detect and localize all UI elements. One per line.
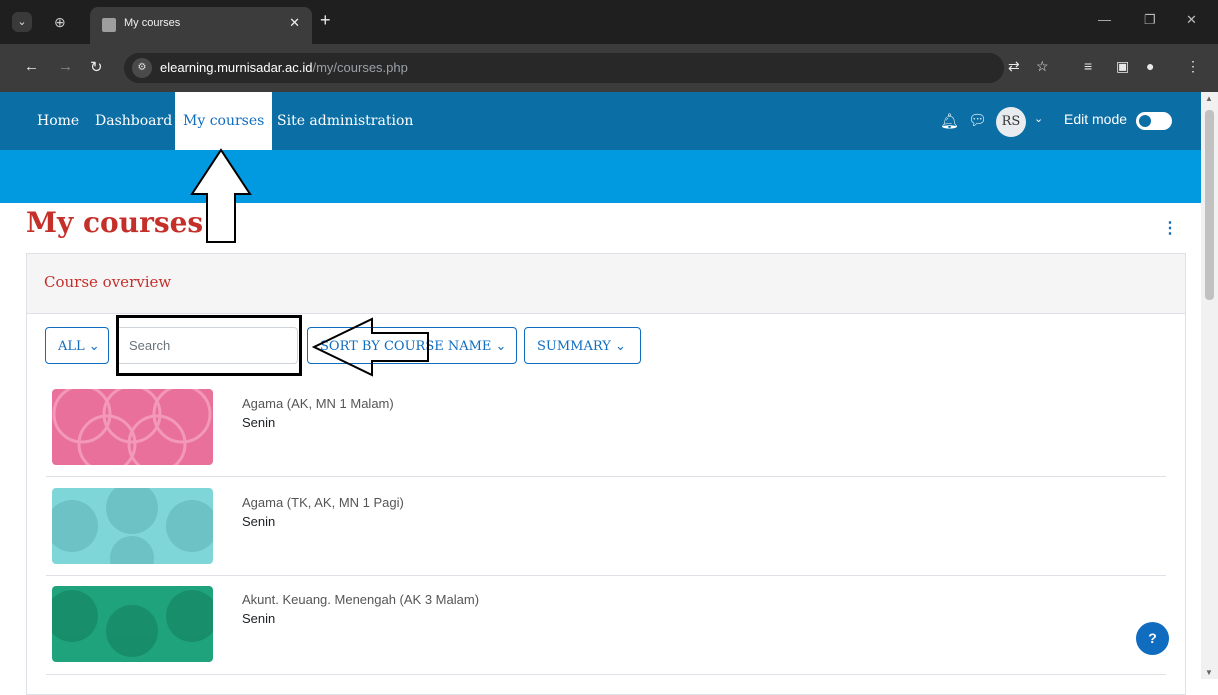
sort-label: SORT BY COURSE NAME: [320, 339, 492, 354]
edit-mode-label: Edit mode: [1064, 111, 1128, 127]
divider: [46, 674, 1166, 675]
course-category: Senin: [242, 415, 276, 430]
forward-icon[interactable]: →: [58, 58, 73, 75]
page-header-band: [0, 150, 1201, 203]
back-icon[interactable]: ←: [24, 58, 39, 75]
filter-label: ALL: [58, 339, 85, 354]
nav-home[interactable]: Home: [37, 92, 79, 150]
page-title: My courses: [26, 206, 204, 239]
view-dropdown[interactable]: SUMMARY ⌄: [524, 327, 641, 364]
translate-icon[interactable]: ⇄: [1008, 58, 1020, 75]
moodle-favicon-icon: [102, 18, 116, 32]
toggle-knob: [1139, 115, 1151, 127]
block-title: Course overview: [44, 273, 172, 291]
help-button[interactable]: ?: [1136, 622, 1169, 655]
restore-icon[interactable]: ❐: [1144, 12, 1156, 28]
filter-all-dropdown[interactable]: ALL ⌄: [45, 327, 109, 364]
course-category: Senin: [242, 611, 276, 626]
site-navbar: Home Dashboard My courses Site administr…: [0, 92, 1201, 150]
block-header: Course overview: [27, 254, 1185, 314]
course-category: Senin: [242, 514, 276, 529]
avatar[interactable]: RS: [996, 107, 1026, 137]
chrome-icon[interactable]: ⊕: [54, 12, 66, 32]
edit-mode-toggle[interactable]: [1136, 112, 1172, 130]
sort-dropdown[interactable]: SORT BY COURSE NAME ⌄: [307, 327, 517, 364]
address-bar[interactable]: ⚙ elearning.murnisadar.ac.id/my/courses.…: [124, 53, 1004, 83]
course-name[interactable]: Akunt. Keuang. Menengah (AK 3 Malam): [242, 592, 479, 607]
page-scrollbar[interactable]: ▲ ▼: [1201, 92, 1218, 679]
scroll-down-icon[interactable]: ▼: [1205, 668, 1213, 677]
notifications-bell-icon[interactable]: 🔔︎: [940, 112, 959, 130]
scroll-up-icon[interactable]: ▲: [1205, 94, 1213, 103]
bookmark-star-icon[interactable]: ☆: [1036, 58, 1049, 75]
user-menu-chevron-down-icon[interactable]: ⌄: [1034, 112, 1043, 125]
window-close-icon[interactable]: ✕: [1186, 12, 1197, 28]
new-tab-icon[interactable]: +: [320, 10, 331, 31]
course-image[interactable]: [52, 586, 213, 662]
reload-icon[interactable]: ↻: [90, 58, 103, 76]
view-label: SUMMARY: [537, 339, 611, 354]
divider: [46, 476, 1166, 477]
search-input[interactable]: [116, 327, 298, 364]
browser-menu-icon[interactable]: ⋮: [1186, 58, 1200, 75]
course-image[interactable]: [52, 389, 213, 465]
messages-icon[interactable]: 💬︎: [968, 111, 987, 129]
nav-my-courses[interactable]: My courses: [175, 92, 273, 150]
course-pattern: [52, 586, 213, 662]
page-actions-kebab-icon[interactable]: ⋮: [1162, 218, 1178, 238]
scroll-thumb[interactable]: [1205, 110, 1214, 300]
profile-icon[interactable]: ●: [1146, 58, 1154, 74]
course-name[interactable]: Agama (AK, MN 1 Malam): [242, 396, 394, 411]
tab-title: My courses: [124, 17, 181, 29]
course-pattern: [52, 389, 213, 465]
browser-toolbar: ← → ↻ ⚙ elearning.murnisadar.ac.id/my/co…: [0, 44, 1218, 92]
nav-dashboard[interactable]: Dashboard: [95, 92, 172, 150]
tab-close-icon[interactable]: ✕: [289, 15, 300, 31]
url-text: elearning.murnisadar.ac.id/my/courses.ph…: [160, 60, 408, 75]
browser-tab-active[interactable]: My courses ✕: [90, 7, 312, 44]
reading-list-icon[interactable]: ≡: [1084, 58, 1092, 74]
browser-tabbar: ⌄ ⊕ My courses ✕ + — ❐ ✕: [0, 0, 1218, 44]
nav-site-administration[interactable]: Site administration: [277, 92, 413, 150]
course-image[interactable]: [52, 488, 213, 564]
minimize-icon[interactable]: —: [1098, 12, 1111, 27]
tab-search-dropdown-icon[interactable]: ⌄: [12, 12, 32, 32]
divider: [46, 575, 1166, 576]
course-pattern: [52, 488, 213, 564]
side-panel-icon[interactable]: ▣: [1116, 58, 1129, 75]
site-info-icon[interactable]: ⚙: [132, 58, 152, 78]
course-name[interactable]: Agama (TK, AK, MN 1 Pagi): [242, 495, 404, 510]
